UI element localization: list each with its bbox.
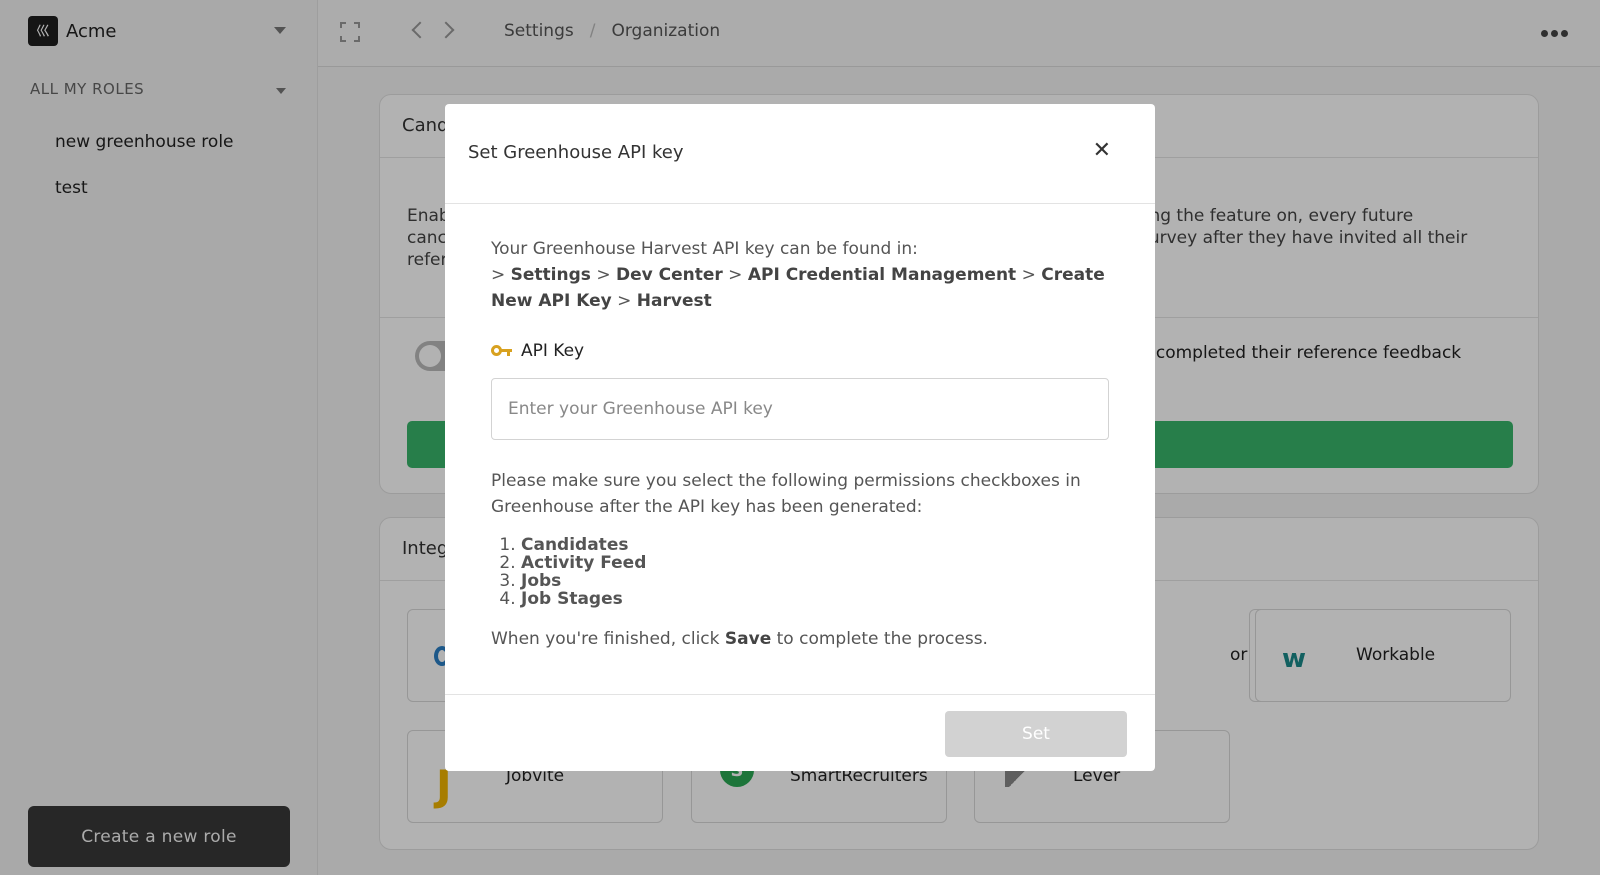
list-item: Activity Feed — [521, 554, 1111, 572]
modal-title: Set Greenhouse API key — [468, 142, 684, 163]
set-button[interactable]: Set — [945, 711, 1127, 757]
permissions-text: Please make sure you select the followin… — [491, 471, 1081, 517]
list-item: Candidates — [521, 536, 1111, 554]
key-icon — [491, 343, 513, 359]
api-key-input[interactable] — [491, 378, 1109, 440]
close-icon[interactable]: ✕ — [1093, 138, 1111, 163]
modal-footer: Set — [445, 694, 1155, 771]
intro-text: Your Greenhouse Harvest API key can be f… — [491, 239, 918, 259]
api-key-label: API Key — [491, 338, 1111, 364]
permissions-list: Candidates Activity Feed Jobs Job Stages — [521, 536, 1111, 608]
modal-body: Your Greenhouse Harvest API key can be f… — [491, 236, 1111, 652]
api-key-modal: Set Greenhouse API key ✕ Your Greenhouse… — [445, 104, 1155, 771]
list-item: Jobs — [521, 572, 1111, 590]
finish-text: When you're finished, click Save to comp… — [491, 629, 988, 649]
list-item: Job Stages — [521, 590, 1111, 608]
api-key-path: > Settings > Dev Center > API Credential… — [491, 265, 1105, 311]
modal-header: Set Greenhouse API key ✕ — [445, 104, 1155, 204]
